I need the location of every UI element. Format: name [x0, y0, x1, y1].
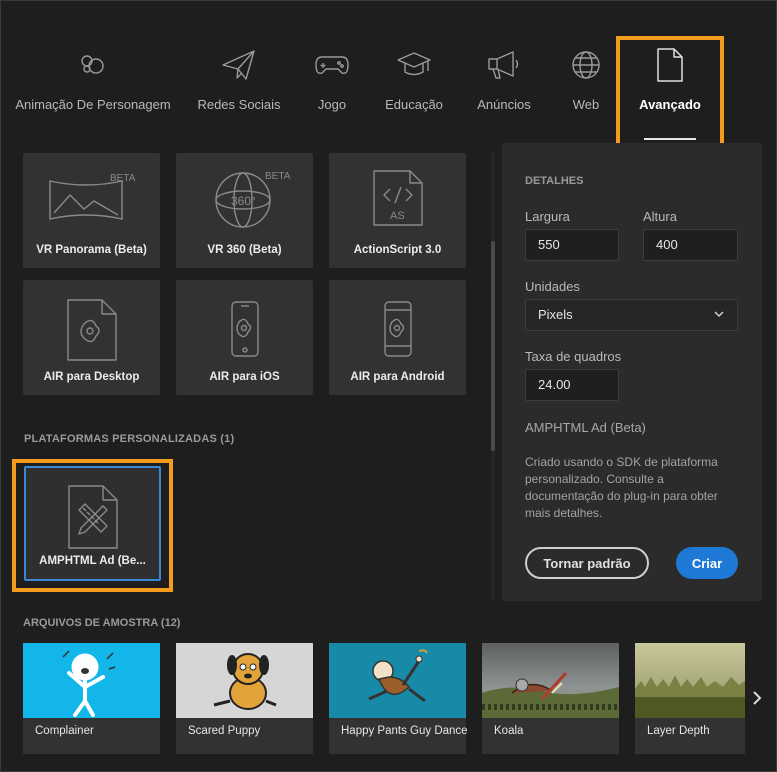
actionscript-file-icon: AS	[329, 167, 466, 237]
preset-card-amphtml-ad[interactable]: AMPHTML Ad (Be...	[24, 466, 161, 581]
tab-label: Anúncios	[477, 97, 531, 112]
create-button[interactable]: Criar	[676, 547, 738, 579]
air-desktop-icon	[23, 294, 160, 364]
height-label: Altura	[643, 209, 677, 224]
sample-card-layer-depth[interactable]: Layer Depth	[635, 643, 745, 754]
sample-card-complainer[interactable]: Complainer	[23, 643, 160, 754]
preset-card-air-ios[interactable]: AIR para iOS	[176, 280, 313, 395]
gamepad-icon	[312, 45, 352, 85]
preset-label: AIR para Desktop	[43, 371, 140, 383]
tab-label: Avançado	[639, 97, 701, 112]
framerate-label: Taxa de quadros	[525, 349, 622, 364]
sample-label: Happy Pants Guy Dance	[341, 725, 468, 737]
tab-label: Educação	[385, 97, 443, 112]
chevron-down-icon	[713, 300, 725, 341]
make-default-button[interactable]: Tornar padrão	[525, 547, 649, 579]
custom-platforms-heading: PLATAFORMAS PERSONALIZADAS (1)	[24, 433, 235, 445]
document-icon	[650, 45, 690, 85]
graduation-cap-icon	[394, 45, 434, 85]
width-label: Largura	[525, 209, 570, 224]
svg-text:AS: AS	[390, 210, 405, 222]
sample-card-happy-pants[interactable]: Happy Pants Guy Dance	[329, 643, 468, 754]
height-field[interactable]: 400	[643, 229, 738, 261]
air-ios-icon	[176, 294, 313, 364]
preset-card-vr-panorama[interactable]: BETA VR Panorama (Beta)	[23, 153, 160, 268]
happy-pants-thumbnail	[329, 643, 466, 718]
units-selected: Pixels	[538, 307, 573, 322]
grid-scrollbar-thumb[interactable]	[491, 241, 495, 451]
layer-depth-thumbnail	[635, 643, 745, 718]
preset-label: AMPHTML Ad (Be...	[39, 555, 146, 567]
width-field[interactable]: 550	[525, 229, 619, 261]
preset-card-air-android[interactable]: AIR para Android	[329, 280, 466, 395]
preset-card-air-desktop[interactable]: AIR para Desktop	[23, 280, 160, 395]
character-animation-icon	[73, 45, 113, 85]
scared-puppy-thumbnail	[176, 643, 313, 718]
preset-label: AIR para iOS	[209, 371, 280, 383]
units-label: Unidades	[525, 279, 580, 294]
amphtml-ruler-pencil-icon	[26, 482, 159, 552]
sample-card-koala[interactable]: Koala	[482, 643, 619, 754]
tab-advanced[interactable]: Avançado	[635, 45, 705, 141]
preset-label: AIR para Android	[350, 371, 445, 383]
preset-card-vr-360[interactable]: 360° BETA VR 360 (Beta)	[176, 153, 313, 268]
preset-description: Criado usando o SDK de plataforma person…	[525, 455, 718, 520]
tab-education[interactable]: Educação	[381, 45, 447, 141]
vr-panorama-icon: BETA	[23, 167, 160, 237]
svg-text:BETA: BETA	[265, 171, 291, 182]
sample-label: Layer Depth	[647, 725, 710, 737]
sample-label: Scared Puppy	[188, 725, 261, 737]
tab-label: Redes Sociais	[197, 97, 281, 112]
units-dropdown[interactable]: Pixels	[525, 299, 738, 331]
tab-character-animation[interactable]: Animação De Personagem	[15, 45, 171, 141]
svg-text:BETA: BETA	[110, 173, 136, 184]
framerate-field[interactable]: 24.00	[525, 369, 619, 401]
sample-files-row: Complainer Scared Puppy Happy Pants Guy …	[23, 643, 745, 755]
selected-preset-name: AMPHTML Ad (Beta)	[525, 420, 646, 435]
chevron-right-icon[interactable]	[751, 689, 763, 712]
tab-social[interactable]: Redes Sociais	[197, 45, 281, 141]
megaphone-icon	[484, 45, 524, 85]
preset-label: VR 360 (Beta)	[207, 244, 282, 256]
tab-game[interactable]: Jogo	[306, 45, 358, 141]
koala-thumbnail	[482, 643, 619, 718]
preset-label: ActionScript 3.0	[353, 244, 442, 256]
tab-ads[interactable]: Anúncios	[473, 45, 535, 141]
tab-web[interactable]: Web	[563, 45, 609, 141]
tab-label: Web	[572, 97, 600, 112]
preset-card-actionscript[interactable]: AS ActionScript 3.0	[329, 153, 466, 268]
vr-360-icon: 360° BETA	[176, 167, 313, 237]
sample-label: Koala	[494, 725, 524, 737]
category-tabs: Animação De Personagem Redes Sociais Jog…	[1, 1, 777, 151]
tab-label: Jogo	[317, 97, 347, 112]
samples-heading: ARQUIVOS DE AMOSTRA (12)	[23, 617, 181, 629]
air-android-icon	[329, 294, 466, 364]
active-tab-indicator	[644, 138, 696, 140]
tab-label: Animação De Personagem	[15, 97, 171, 112]
preset-grid: BETA VR Panorama (Beta) 360° BETA VR 360…	[10, 146, 498, 601]
sample-card-scared-puppy[interactable]: Scared Puppy	[176, 643, 313, 754]
complainer-thumbnail	[23, 643, 160, 718]
sample-label: Complainer	[35, 725, 94, 737]
details-panel: DETALHES Largura 550 Altura 400 Unidades…	[502, 143, 762, 601]
details-heading: DETALHES	[525, 175, 584, 187]
preset-label: VR Panorama (Beta)	[36, 244, 147, 256]
svg-text:360°: 360°	[231, 194, 256, 208]
globe-icon	[566, 45, 606, 85]
paper-plane-icon	[219, 45, 259, 85]
new-document-dialog: Animação De Personagem Redes Sociais Jog…	[0, 0, 777, 772]
